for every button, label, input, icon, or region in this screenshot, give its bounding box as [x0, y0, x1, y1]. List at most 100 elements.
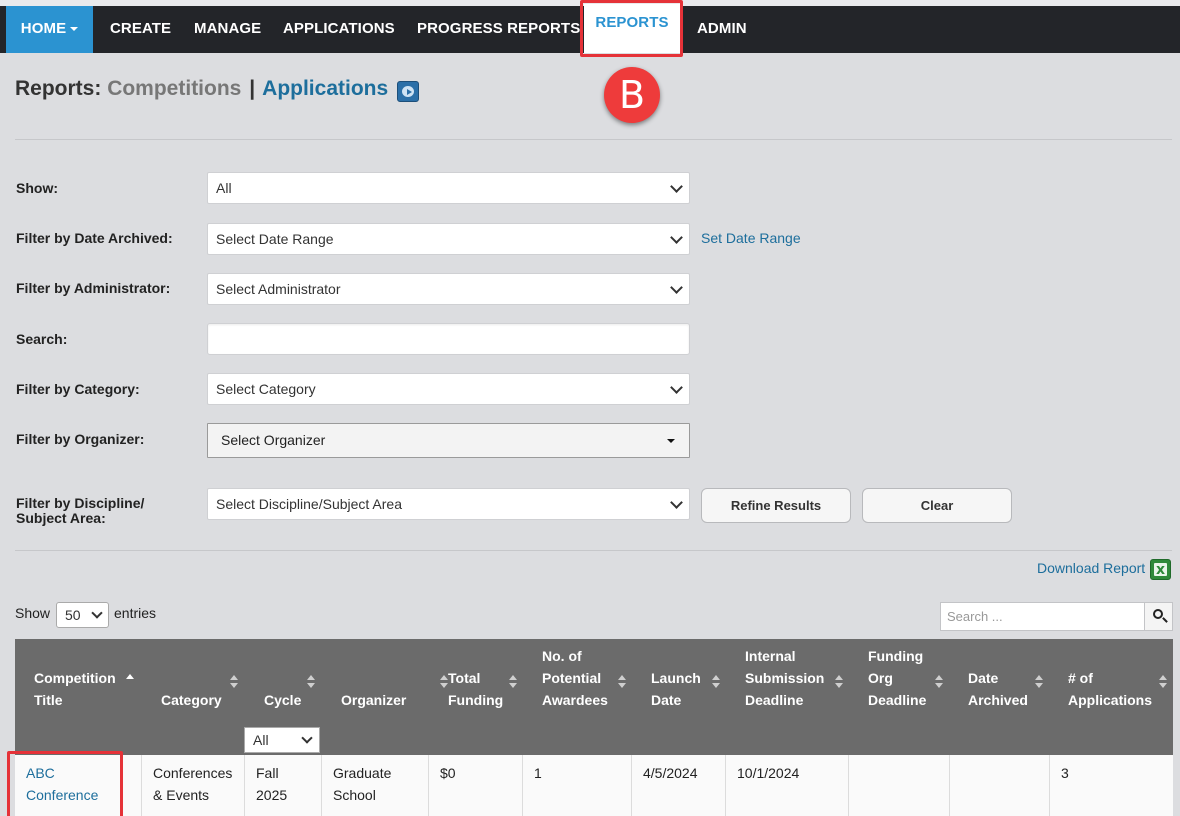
sort-icon[interactable]	[1159, 675, 1167, 689]
refine-results-button[interactable]: Refine Results	[701, 488, 851, 523]
column-header-line: Category	[161, 692, 222, 708]
discipline-value: Select Discipline/Subject Area	[216, 496, 402, 512]
sort-icon[interactable]	[618, 675, 626, 689]
column-header[interactable]: Organizer	[341, 645, 406, 711]
sort-icon[interactable]	[230, 675, 238, 689]
sort-icon[interactable]	[712, 675, 720, 689]
cell-launch-date: 4/5/2024	[631, 755, 725, 816]
sort-icon[interactable]	[835, 675, 843, 689]
column-header-line: Competition	[34, 670, 116, 686]
chevron-down-icon	[91, 607, 103, 619]
column-header-line: Deadline	[868, 692, 927, 708]
organizer-label: Filter by Organizer:	[16, 431, 145, 447]
column-header-line	[264, 645, 301, 667]
sort-icon[interactable]	[440, 675, 448, 689]
column-header-line: Applications	[1068, 692, 1153, 708]
show-entries-suffix: entries	[114, 605, 157, 621]
nav-admin[interactable]: ADMIN	[697, 6, 747, 53]
sort-ascending-icon[interactable]	[126, 674, 134, 688]
cell-organizer: Graduate School	[321, 755, 428, 816]
column-header-line	[341, 667, 406, 689]
date-archived-label: Filter by Date Archived:	[16, 230, 173, 246]
chevron-down-icon	[670, 281, 683, 294]
title-separator: |	[249, 77, 256, 100]
column-header-line: Org	[868, 670, 893, 686]
column-header-line: Date	[651, 692, 682, 708]
show-select[interactable]: All	[207, 172, 690, 204]
column-header-line	[448, 645, 503, 667]
cell-potential-awardees: 1	[522, 755, 631, 816]
cell-category: Conferences & Events	[141, 755, 244, 816]
date-archived-select[interactable]: Select Date Range	[207, 223, 690, 255]
column-header[interactable]: Category	[161, 645, 222, 711]
discipline-label-line1: Filter by Discipline/	[16, 495, 145, 511]
set-date-range-link[interactable]: Set Date Range	[701, 230, 801, 246]
clear-button[interactable]: Clear	[862, 488, 1012, 523]
column-header[interactable]: Competition Title	[34, 645, 116, 711]
column-header-line: # of	[1068, 670, 1093, 686]
title-label: Reports:	[15, 77, 102, 100]
column-header[interactable]: Total Funding	[448, 645, 503, 711]
column-header[interactable]: # of Applications	[1068, 645, 1152, 711]
category-label: Filter by Category:	[16, 381, 140, 397]
column-header-line: Title	[34, 692, 63, 708]
table-filter-row	[15, 725, 1173, 755]
applications-link[interactable]: Applications	[262, 77, 388, 100]
column-header[interactable]: Funding Org Deadline	[868, 645, 926, 711]
cell-num-applications: 3	[1049, 755, 1173, 816]
administrator-label: Filter by Administrator:	[16, 280, 171, 296]
column-header-line: Cycle	[264, 692, 302, 708]
column-header-line: Date	[968, 670, 999, 686]
column-header-line: Launch	[651, 670, 701, 686]
cycle-filter-value: All	[253, 732, 269, 748]
nav-progress-reports[interactable]: PROGRESS REPORTS	[417, 6, 580, 53]
excel-icon[interactable]: x	[1150, 559, 1171, 580]
organizer-select[interactable]: Select Organizer	[207, 423, 690, 458]
play-video-icon[interactable]	[397, 81, 419, 102]
column-header-line	[34, 645, 116, 667]
cell-date-archived	[949, 755, 1049, 816]
chevron-down-icon	[670, 496, 683, 509]
column-header[interactable]: No. of Potential Awardees	[542, 645, 608, 711]
column-header-line	[651, 645, 701, 667]
column-header-line	[264, 667, 301, 689]
competitions-link[interactable]: Competitions	[107, 77, 241, 100]
divider	[15, 139, 1172, 140]
nav-home[interactable]: HOME	[6, 6, 93, 53]
column-header[interactable]: Date Archived	[968, 645, 1028, 711]
nav-applications[interactable]: APPLICATIONS	[283, 6, 395, 53]
annotation-marker: B	[604, 67, 660, 123]
organizer-value: Select Organizer	[221, 432, 326, 448]
cycle-filter-select[interactable]: All	[244, 727, 320, 753]
chevron-down-icon	[301, 732, 313, 744]
chevron-down-icon	[670, 381, 683, 394]
date-archived-value: Select Date Range	[216, 231, 334, 247]
table-search-input[interactable]: Search ...	[940, 602, 1145, 631]
sort-icon[interactable]	[1035, 675, 1043, 689]
discipline-select[interactable]: Select Discipline/Subject Area	[207, 488, 690, 520]
table-header: Competition Title Category Cycle Organizer To…	[15, 639, 1173, 725]
page-length-select[interactable]: 50	[56, 602, 109, 628]
column-header-line: Potential	[542, 670, 602, 686]
column-header[interactable]: Launch Date	[651, 645, 701, 711]
page-title: Reports: Competitions | Applications	[15, 77, 388, 101]
sort-icon[interactable]	[509, 675, 517, 689]
download-report-link[interactable]: Download Report	[1037, 560, 1145, 576]
table-search-button[interactable]	[1144, 602, 1173, 631]
search-label: Search:	[16, 331, 68, 347]
sort-icon[interactable]	[935, 675, 943, 689]
category-select[interactable]: Select Category	[207, 373, 690, 405]
column-header-line: No. of	[542, 648, 582, 664]
show-select-value: All	[216, 180, 232, 196]
column-header[interactable]: Cycle	[264, 645, 301, 711]
column-header-line	[161, 645, 222, 667]
nav-create[interactable]: CREATE	[110, 6, 171, 53]
column-header-line: Total	[448, 670, 481, 686]
sort-icon[interactable]	[307, 675, 315, 689]
administrator-select[interactable]: Select Administrator	[207, 273, 690, 305]
search-input[interactable]	[207, 323, 690, 355]
column-header[interactable]: Internal Submission Deadline	[745, 645, 824, 711]
cell-internal-deadline: 10/1/2024	[725, 755, 848, 816]
nav-manage[interactable]: MANAGE	[194, 6, 261, 53]
chevron-down-icon	[670, 180, 683, 193]
